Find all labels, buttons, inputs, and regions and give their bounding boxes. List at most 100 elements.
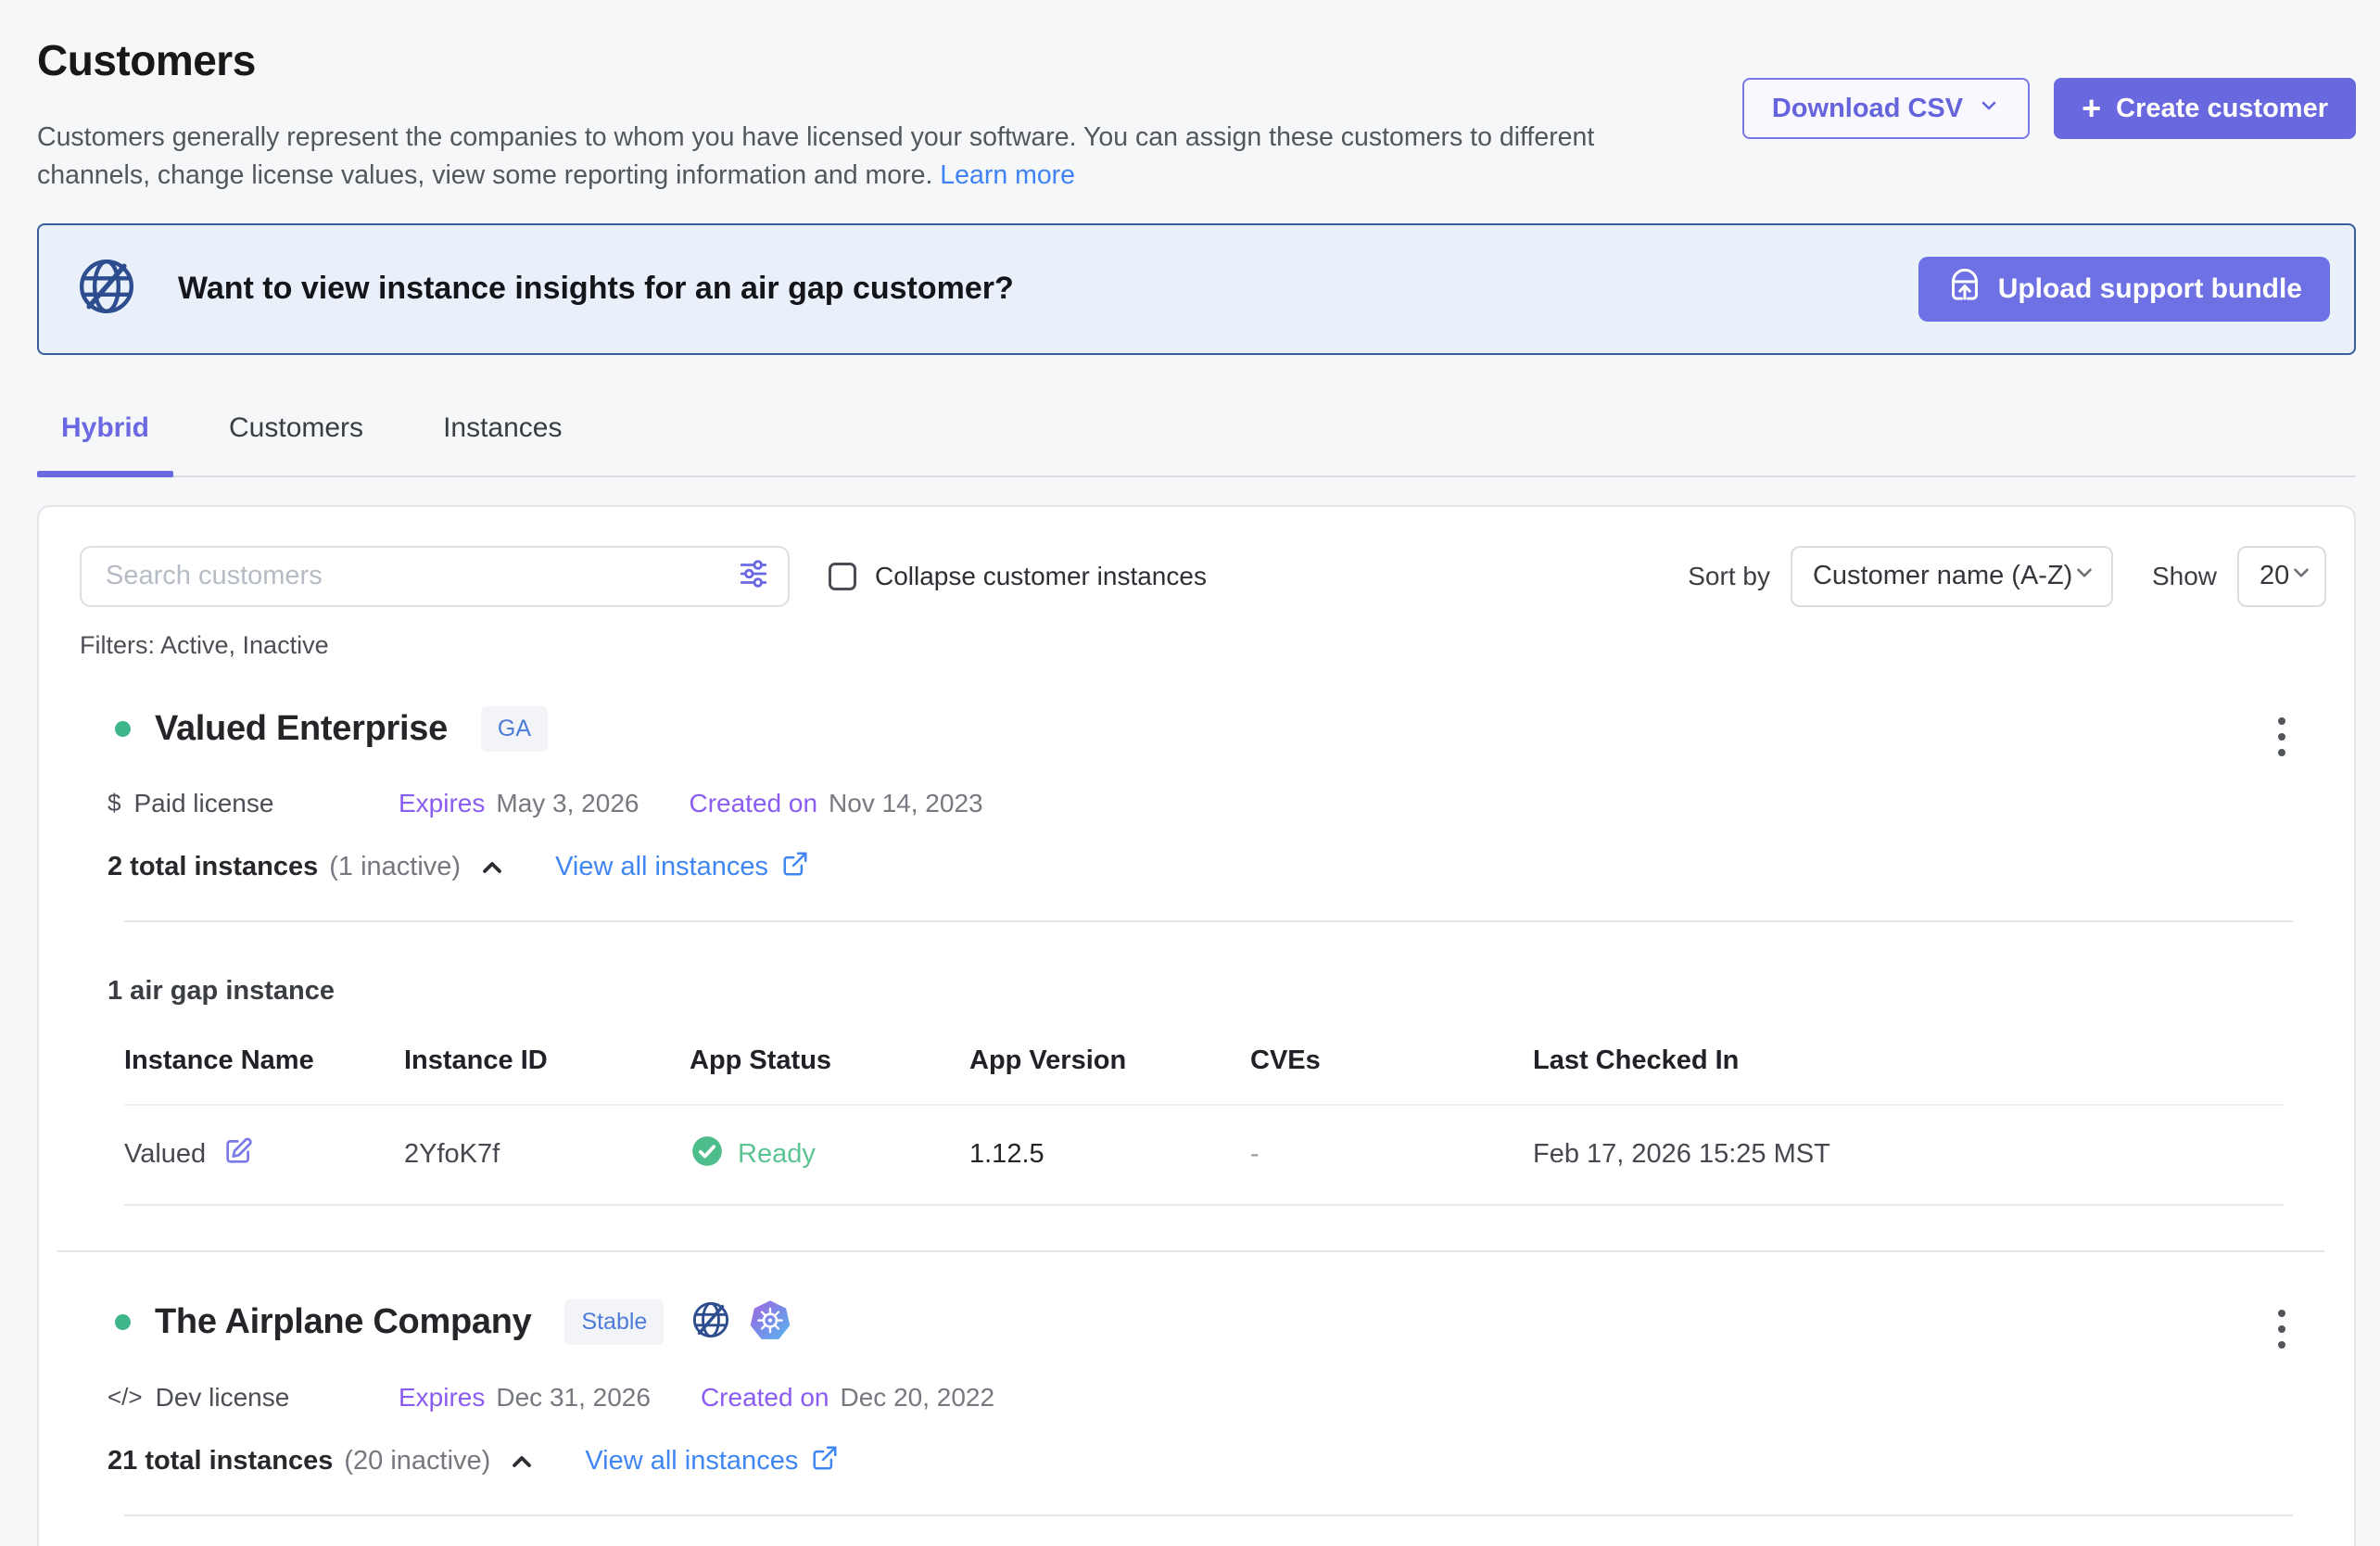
customer-meta: $ Paid license Expires May 3, 2026 Creat… xyxy=(80,789,2326,818)
created-label: Created on xyxy=(701,1383,829,1413)
customer-menu-button[interactable] xyxy=(2269,1300,2295,1358)
collapse-instances-control[interactable]: Collapse customer instances xyxy=(829,562,1207,591)
page-description: Customers generally represent the compan… xyxy=(37,119,1594,196)
collapse-checkbox[interactable] xyxy=(829,563,856,590)
inactive-count-text: (20 inactive) xyxy=(344,1446,490,1476)
col-instance-id: Instance ID xyxy=(404,1045,690,1076)
edit-icon[interactable] xyxy=(222,1135,254,1174)
chevron-down-icon xyxy=(2289,561,2313,592)
instance-id: 2YfoK7f xyxy=(404,1139,690,1170)
created-value: Nov 14, 2023 xyxy=(829,789,983,818)
active-status-dot xyxy=(115,1314,131,1330)
paid-license-icon: $ xyxy=(108,789,120,817)
instance-row: Valued 2YfoK7f Ready xyxy=(124,1106,2284,1206)
view-all-instances-label: View all instances xyxy=(585,1446,798,1476)
dev-license-icon: </> xyxy=(108,1383,143,1412)
expires-value: Dec 31, 2026 xyxy=(496,1383,651,1413)
created-field: Created on Nov 14, 2023 xyxy=(689,789,982,818)
search-box xyxy=(80,546,790,607)
cves-value: - xyxy=(1250,1139,1533,1170)
view-all-instances-label: View all instances xyxy=(555,852,768,882)
learn-more-link[interactable]: Learn more xyxy=(940,160,1075,190)
customer-section-airplane-company: The Airplane Company Stable xyxy=(80,1299,2326,1546)
kubernetes-icon xyxy=(749,1299,791,1346)
customer-type-icons xyxy=(690,1299,791,1346)
view-all-instances-link[interactable]: View all instances xyxy=(555,850,809,885)
col-app-status: App Status xyxy=(690,1045,969,1076)
tab-instances[interactable]: Instances xyxy=(419,398,586,475)
banner-title: Want to view instance insights for an ai… xyxy=(178,271,1014,307)
created-value: Dec 20, 2022 xyxy=(841,1383,995,1413)
tab-hybrid[interactable]: Hybrid xyxy=(37,398,173,475)
upload-support-bundle-button[interactable]: Upload support bundle xyxy=(1918,257,2330,322)
license-type-label: Dev license xyxy=(156,1383,290,1413)
filter-sliders-icon[interactable] xyxy=(736,556,771,596)
customers-page: Customers Customers generally represent … xyxy=(0,0,2380,1546)
description-line-1: Customers generally represent the compan… xyxy=(37,122,1594,152)
airgap-banner: Want to view instance insights for an ai… xyxy=(37,223,2356,355)
upload-support-bundle-label: Upload support bundle xyxy=(1998,273,2302,305)
created-label: Created on xyxy=(689,789,817,818)
app-status-cell: Ready xyxy=(690,1134,969,1176)
create-customer-label: Create customer xyxy=(2116,94,2328,124)
instance-table: Instance Name Instance ID App Status App… xyxy=(124,1045,2284,1206)
section-divider xyxy=(124,920,2293,922)
show-count-select[interactable]: 20 xyxy=(2237,546,2326,607)
expires-label: Expires xyxy=(399,1383,485,1413)
customer-list-card: Collapse customer instances Sort by Cust… xyxy=(37,505,2356,1546)
download-csv-button[interactable]: Download CSV xyxy=(1742,78,2030,139)
expires-field: Expires Dec 31, 2026 xyxy=(399,1383,651,1413)
instances-summary: 21 total instances (20 inactive) View al… xyxy=(80,1444,2326,1479)
sort-by-value: Customer name (A-Z) xyxy=(1813,561,2072,591)
plus-icon: + xyxy=(2082,92,2101,125)
app-version: 1.12.5 xyxy=(969,1139,1250,1170)
header-actions: Download CSV + Create customer xyxy=(1742,78,2356,196)
channel-badge: GA xyxy=(481,706,548,752)
inactive-count-text: (1 inactive) xyxy=(329,852,461,882)
external-link-icon xyxy=(811,1444,839,1479)
search-input[interactable] xyxy=(104,560,736,592)
col-app-version: App Version xyxy=(969,1045,1250,1076)
col-last-checked-in: Last Checked In xyxy=(1533,1045,2284,1076)
customer-meta: </> Dev license Expires Dec 31, 2026 Cre… xyxy=(80,1383,2326,1413)
chevron-down-icon xyxy=(2072,561,2096,592)
list-toolbar: Collapse customer instances Sort by Cust… xyxy=(80,546,2326,607)
show-count-value: 20 xyxy=(2260,561,2289,591)
col-instance-name: Instance Name xyxy=(124,1045,404,1076)
sort-by-select[interactable]: Customer name (A-Z) xyxy=(1791,546,2113,607)
app-status: Ready xyxy=(738,1139,816,1170)
last-checked-in: Feb 17, 2026 15:25 MST xyxy=(1533,1139,2284,1170)
description-line-2: channels, change license values, view so… xyxy=(37,160,932,190)
license-type: </> Dev license xyxy=(108,1383,399,1413)
view-all-instances-link[interactable]: View all instances xyxy=(585,1444,839,1479)
create-customer-button[interactable]: + Create customer xyxy=(2054,78,2356,139)
page-title: Customers xyxy=(37,35,1594,85)
license-type-label: Paid license xyxy=(133,789,273,818)
total-instances-text: 2 total instances xyxy=(108,852,318,882)
customer-name[interactable]: Valued Enterprise xyxy=(155,709,448,749)
show-label: Show xyxy=(2152,562,2217,591)
sort-by-label: Sort by xyxy=(1688,562,1770,591)
airgap-instances-heading: 1 air gap instance xyxy=(80,976,2326,1007)
instances-summary: 2 total instances (1 inactive) View all … xyxy=(80,850,2326,885)
airgap-globe-icon xyxy=(74,254,139,323)
customer-menu-button[interactable] xyxy=(2269,708,2295,766)
upload-icon xyxy=(1946,267,1983,311)
instance-name-cell: Valued xyxy=(124,1135,404,1174)
customer-name[interactable]: The Airplane Company xyxy=(155,1302,531,1342)
ready-check-icon xyxy=(690,1134,725,1176)
expires-label: Expires xyxy=(399,789,485,818)
instance-table-header: Instance Name Instance ID App Status App… xyxy=(124,1045,2284,1106)
collapse-checkbox-label: Collapse customer instances xyxy=(875,562,1207,591)
tab-bar: Hybrid Customers Instances xyxy=(37,398,2356,477)
download-csv-label: Download CSV xyxy=(1772,94,1963,124)
chevron-up-icon[interactable] xyxy=(477,853,507,882)
chevron-down-icon xyxy=(1978,94,2000,124)
expires-value: May 3, 2026 xyxy=(496,789,639,818)
col-cves: CVEs xyxy=(1250,1045,1533,1076)
chevron-up-icon[interactable] xyxy=(507,1447,537,1476)
customer-header: The Airplane Company Stable xyxy=(80,1299,2326,1346)
tab-customers[interactable]: Customers xyxy=(205,398,387,475)
airgap-globe-icon xyxy=(690,1299,732,1346)
license-type: $ Paid license xyxy=(108,789,399,818)
